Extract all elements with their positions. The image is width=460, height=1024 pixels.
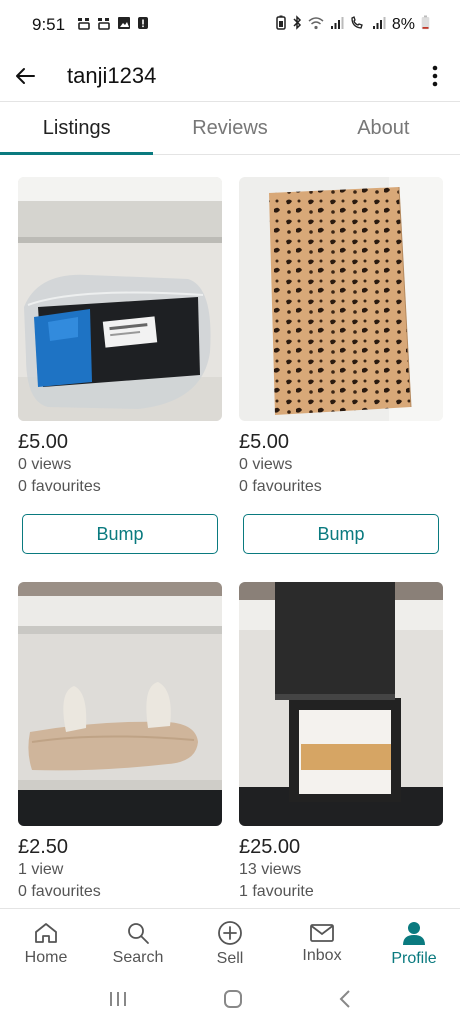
nav-home[interactable]: Home	[0, 909, 92, 978]
chevron-left-icon	[339, 989, 351, 1008]
listing-favourites: 0 favourites	[239, 478, 322, 495]
status-time: 9:51	[32, 15, 66, 34]
listing-price: £2.50	[18, 836, 69, 858]
bluetooth-icon	[292, 15, 302, 35]
listing-favourites: 1 favourite	[239, 883, 314, 900]
battery-saver-icon	[276, 15, 286, 35]
listing-photo[interactable]	[239, 582, 443, 826]
listing-card[interactable]: £25.00 13 views 1 favourite	[239, 582, 443, 903]
recent-apps-button[interactable]	[108, 990, 128, 1013]
notification-icon	[77, 16, 91, 35]
system-nav-bar	[0, 978, 460, 1024]
listing-price: £25.00	[239, 836, 301, 858]
person-icon	[403, 921, 425, 945]
battery-icon	[421, 15, 430, 35]
listing-photo[interactable]	[239, 177, 443, 421]
nav-profile-label: Profile	[391, 949, 437, 967]
listing-card[interactable]: £5.00 0 views 0 favourites Bump	[239, 177, 443, 554]
listing-views: 1 view	[18, 861, 64, 878]
signal-icon	[330, 16, 344, 35]
tab-listings[interactable]: Listings	[0, 103, 154, 155]
status-left: 9:51	[32, 15, 149, 35]
back-button[interactable]	[0, 50, 50, 102]
bottom-nav: Home Search Sell Inbox Profile	[0, 908, 460, 978]
gallery-icon	[117, 16, 131, 35]
status-bar: 9:51 8%	[0, 0, 460, 50]
listing-card[interactable]: £5.00 0 views 0 favourites Bump	[18, 177, 222, 554]
listing-photo[interactable]	[18, 177, 222, 421]
tab-bar: Listings Reviews About	[0, 103, 460, 155]
more-vertical-icon	[432, 65, 438, 86]
plus-circle-icon	[218, 920, 242, 945]
listing-views: 0 views	[18, 456, 72, 473]
bump-button[interactable]: Bump	[22, 514, 218, 554]
tab-reviews[interactable]: Reviews	[153, 103, 306, 154]
home-icon	[35, 922, 57, 943]
arrow-left-icon	[16, 67, 35, 84]
listing-photo[interactable]	[18, 582, 222, 826]
wifi-icon	[308, 16, 324, 35]
call-icon	[350, 15, 366, 35]
app-bar: tanji1234	[0, 50, 460, 102]
listing-views: 13 views	[239, 861, 302, 878]
listing-favourites: 0 favourites	[18, 478, 101, 495]
page-title: tanji1234	[67, 62, 157, 88]
listings-grid: £5.00 0 views 0 favourites Bump £5.00 0 …	[0, 155, 460, 907]
listing-price: £5.00	[239, 431, 290, 453]
battery-percent: 8%	[391, 16, 415, 33]
nav-search[interactable]: Search	[92, 909, 184, 978]
recent-apps-icon	[109, 991, 126, 1006]
listing-views: 0 views	[239, 456, 293, 473]
mail-icon	[310, 923, 334, 942]
signal-icon	[372, 16, 386, 35]
more-options-button[interactable]	[410, 50, 460, 102]
nav-home-label: Home	[24, 948, 68, 966]
nav-sell[interactable]: Sell	[184, 909, 276, 978]
listing-favourites: 0 favourites	[18, 883, 101, 900]
alert-icon	[137, 16, 149, 35]
bump-button[interactable]: Bump	[243, 514, 439, 554]
tab-about[interactable]: About	[307, 103, 460, 154]
back-system-button[interactable]	[338, 989, 352, 1014]
nav-search-label: Search	[112, 948, 164, 966]
listing-price: £5.00	[18, 431, 69, 453]
nav-inbox[interactable]: Inbox	[276, 909, 368, 978]
nav-inbox-label: Inbox	[302, 946, 342, 964]
home-system-button[interactable]	[223, 989, 243, 1014]
notification-icon	[97, 16, 111, 35]
nav-profile[interactable]: Profile	[368, 909, 460, 978]
search-icon	[128, 922, 149, 944]
status-right: 8%	[276, 15, 430, 35]
listing-card[interactable]: £2.50 1 view 0 favourites	[18, 582, 222, 903]
home-circle-icon	[223, 989, 242, 1008]
nav-sell-label: Sell	[216, 949, 244, 967]
